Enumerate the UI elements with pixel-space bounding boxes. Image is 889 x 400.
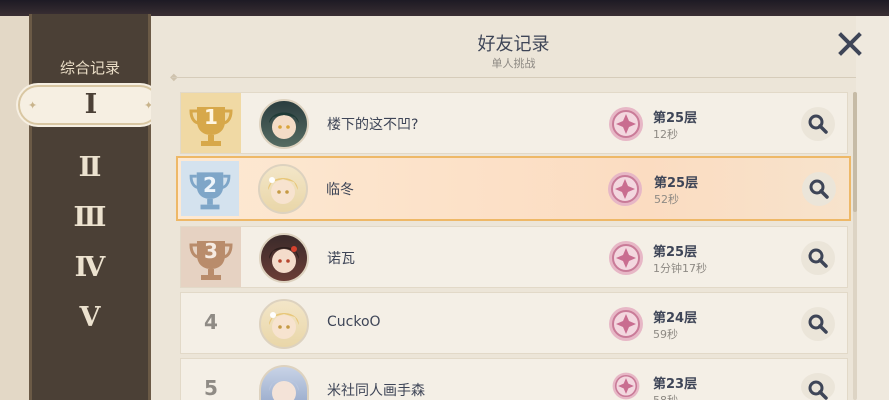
rank-number: 4 [204,310,218,334]
leaderboard-row: 3 诺瓦 第25层 1分钟17秒 [180,226,848,288]
rank-number: 1 [204,105,218,129]
clear-time: 1分钟17秒 [653,262,707,275]
search-icon [808,248,828,268]
rank-number: 5 [204,376,218,400]
rank-badge: 5 [181,359,241,400]
abyss-floor-icon [609,107,643,141]
leaderboard-row-self: 2 临冬 第25层 52秒 [176,156,851,221]
leaderboard-row: 5 米社同人画手森 第23层 58秒 [180,358,848,400]
page-title: 好友记录 [477,34,550,55]
player-name: 诺瓦 [327,251,355,267]
abyss-floor-icon [612,372,640,400]
search-icon [808,314,828,334]
blonde-character-avatar [258,164,308,214]
page-subtitle: 单人挑战 [491,57,536,70]
player-name: 临冬 [326,182,354,198]
background-right [856,16,889,400]
floor-label: 第23层 [653,377,698,392]
player-name: 楼下的这不凹? [327,117,419,133]
view-details-button[interactable] [801,107,835,141]
floor-label: 第25层 [654,176,699,191]
search-icon [809,179,829,199]
rank-badge: 4 [181,293,241,353]
abyss-floor-icon [608,172,642,206]
sidebar-title: 综合记录 [59,59,120,77]
clear-time: 59秒 [653,328,678,341]
tier-3-tab[interactable]: Ⅲ [32,202,148,233]
clear-time: 58秒 [653,392,678,400]
rank-badge-silver: 2 [181,161,239,216]
tier-5-tab[interactable]: Ⅴ [32,302,148,333]
player-name: CuckoO [327,314,381,330]
floor-label: 第25层 [653,245,698,260]
background-left [0,16,30,400]
player-name: 米社同人画手森 [327,383,425,399]
header-divider [172,77,856,78]
dark-haired-character-avatar [259,233,309,283]
view-details-button[interactable] [801,373,835,400]
leaderboard-row: 1 楼下的这不凹? 第25层 12秒 [180,92,848,154]
search-icon [808,380,828,400]
abyss-floor-icon [609,307,643,341]
rank-number: 3 [204,239,218,263]
clear-time: 12秒 [653,128,678,141]
tier-1-label: Ⅰ [84,89,98,120]
leaderboard-row: 4 CuckoO 第24层 59秒 [180,292,848,354]
floor-label: 第25层 [653,111,698,126]
scrollbar-thumb[interactable] [853,92,857,212]
search-icon [808,114,828,134]
tier-1-tab-active[interactable]: ✦ Ⅰ ✦ [18,85,160,125]
close-icon [838,32,862,56]
tier-sidebar: 综合记录 Ⅱ Ⅲ Ⅳ Ⅴ [29,14,151,400]
view-details-button[interactable] [801,307,835,341]
tier-4-tab[interactable]: Ⅳ [32,252,148,283]
floor-label: 第24层 [653,311,698,326]
rank-badge-gold: 1 [181,93,241,153]
close-button[interactable] [836,30,864,58]
silver-haired-character-avatar [259,365,309,400]
rank-badge-bronze: 3 [181,227,241,287]
tier-2-tab[interactable]: Ⅱ [32,152,148,183]
blonde-character-avatar [259,299,309,349]
green-haired-character-avatar [259,99,309,149]
clear-time: 52秒 [654,193,679,206]
view-details-button[interactable] [802,172,836,206]
view-details-button[interactable] [801,241,835,275]
abyss-floor-icon [609,241,643,275]
rank-number: 2 [203,173,217,197]
